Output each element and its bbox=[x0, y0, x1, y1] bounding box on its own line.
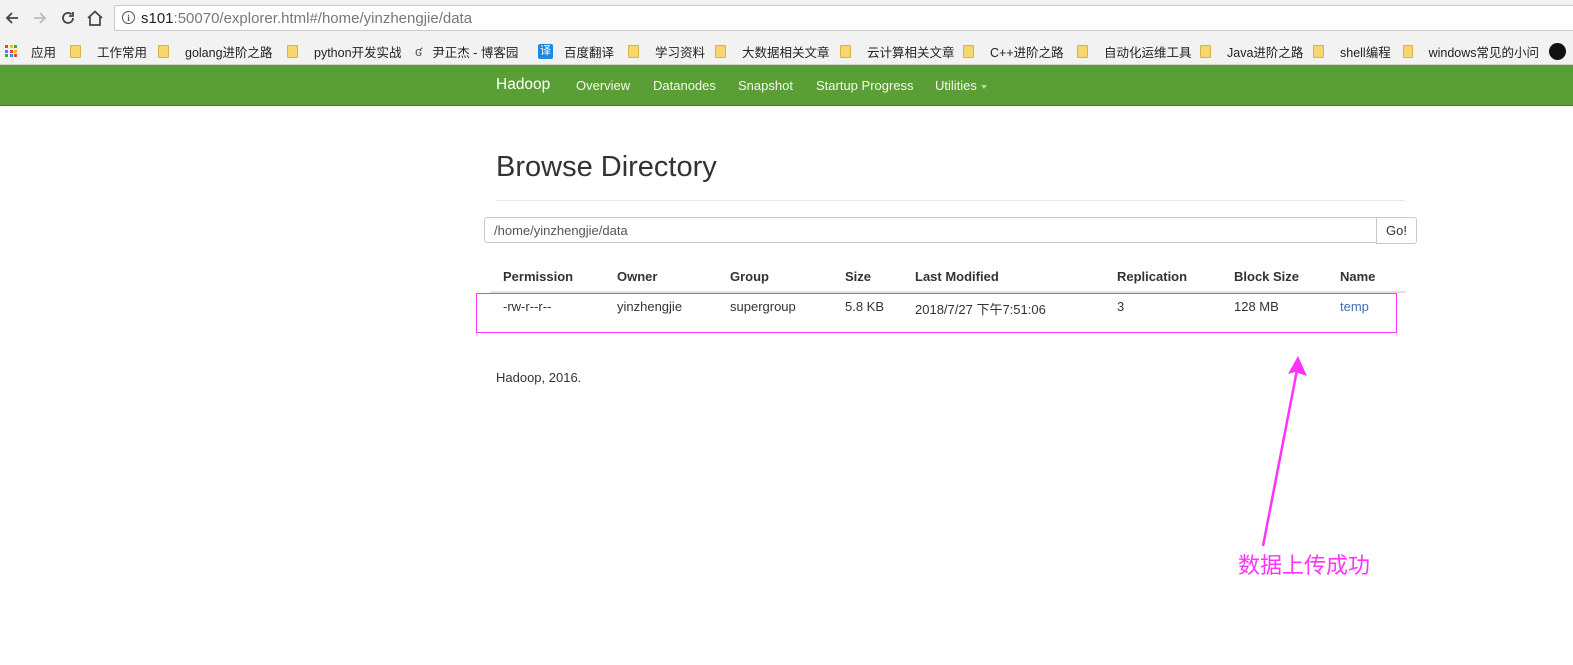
folder-icon bbox=[1313, 44, 1324, 58]
bookmark-folder[interactable]: python开发实战 bbox=[287, 42, 402, 60]
caret-down-icon bbox=[980, 84, 987, 89]
bookmark-folder[interactable]: 自动化运维工具 bbox=[1077, 42, 1192, 60]
folder-icon bbox=[1200, 44, 1211, 58]
nav-utilities-label: Utilities bbox=[935, 78, 977, 93]
bookmark-label: 应用 bbox=[31, 45, 57, 60]
annotation-arrow-icon bbox=[1261, 356, 1307, 547]
folder-icon bbox=[70, 44, 81, 58]
nav-startup-progress[interactable]: Startup Progress bbox=[816, 78, 914, 93]
folder-icon bbox=[963, 44, 974, 58]
folder-icon bbox=[287, 44, 298, 58]
column-header[interactable]: Replication bbox=[1117, 269, 1187, 284]
upload-success-annotation: 数据上传成功 bbox=[1238, 553, 1371, 578]
folder-icon bbox=[1077, 44, 1088, 58]
folder-icon bbox=[715, 44, 726, 58]
address-url: s101:50070/explorer.html#/home/yinzhengj… bbox=[141, 10, 473, 27]
column-header[interactable]: Size bbox=[845, 269, 871, 284]
bookmark-label: Java进阶之路 bbox=[1227, 45, 1304, 60]
nav-overview[interactable]: Overview bbox=[576, 78, 630, 93]
nav-datanodes[interactable]: Datanodes bbox=[653, 78, 716, 93]
bookmark-folder[interactable]: 学习资料 bbox=[628, 42, 705, 60]
bookmark-label: 大数据相关文章 bbox=[742, 45, 830, 60]
bookmark-label: 学习资料 bbox=[655, 45, 706, 60]
blog-icon: ʛ bbox=[415, 43, 423, 59]
column-header[interactable]: Permission bbox=[503, 269, 573, 284]
bookmark-label: python开发实战 bbox=[314, 45, 402, 60]
bookmark-folder[interactable]: shell编程 bbox=[1313, 42, 1391, 60]
bookmark-label: 尹正杰 - 博客园 bbox=[432, 45, 519, 60]
apps-grid-icon bbox=[5, 45, 17, 57]
page-footer: Hadoop, 2016. bbox=[496, 370, 582, 385]
home-icon[interactable] bbox=[85, 8, 105, 28]
bookmark-link[interactable]: 译百度翻译 bbox=[538, 42, 614, 60]
bookmark-folder[interactable]: C++进阶之路 bbox=[963, 42, 1064, 60]
column-header[interactable]: Block Size bbox=[1234, 269, 1299, 284]
folder-icon bbox=[840, 44, 851, 58]
bookmark-label: windows常见的小问 bbox=[1428, 45, 1539, 60]
navbar-brand[interactable]: Hadoop bbox=[496, 76, 550, 94]
bookmark-label: 工作常用 bbox=[97, 45, 148, 60]
column-header[interactable]: Group bbox=[730, 269, 769, 284]
bookmark-label: C++进阶之路 bbox=[990, 45, 1064, 60]
bookmark-folder[interactable]: 云计算相关文章 bbox=[840, 42, 955, 60]
bookmark-label: 百度翻译 bbox=[564, 45, 615, 60]
bookmark-link[interactable]: ʛ 尹正杰 - 博客园 bbox=[415, 42, 518, 60]
go-button[interactable]: Go! bbox=[1376, 217, 1417, 244]
bookmark-label: golang进阶之路 bbox=[185, 45, 273, 60]
back-icon[interactable] bbox=[2, 8, 22, 28]
column-header[interactable]: Owner bbox=[617, 269, 657, 284]
folder-icon bbox=[1403, 44, 1413, 58]
hadoop-navbar: Hadoop Overview Datanodes Snapshot Start… bbox=[0, 65, 1573, 106]
bookmark-label: 云计算相关文章 bbox=[867, 45, 955, 60]
column-header[interactable]: Name bbox=[1340, 269, 1375, 284]
bookmark-apps[interactable]: 应用 bbox=[5, 42, 56, 60]
bookmark-label: shell编程 bbox=[1340, 45, 1391, 60]
column-header[interactable]: Last Modified bbox=[915, 269, 999, 284]
info-icon[interactable]: i bbox=[122, 11, 135, 24]
folder-icon bbox=[158, 44, 169, 58]
title-divider bbox=[496, 200, 1405, 201]
bookmark-folder[interactable]: windows常见的小问 bbox=[1403, 42, 1539, 60]
browser-toolbar: i s101:50070/explorer.html#/home/yinzhen… bbox=[0, 0, 1573, 37]
folder-icon bbox=[628, 44, 639, 58]
directory-path-input[interactable] bbox=[484, 217, 1377, 243]
nav-utilities-dropdown[interactable]: Utilities bbox=[935, 78, 987, 93]
bookmark-folder[interactable]: 工作常用 bbox=[70, 42, 147, 60]
bookmark-folder[interactable]: golang进阶之路 bbox=[158, 42, 273, 60]
reload-icon[interactable] bbox=[58, 8, 78, 28]
github-icon bbox=[1549, 42, 1566, 60]
nav-snapshot[interactable]: Snapshot bbox=[738, 78, 793, 93]
bookmark-label: 自动化运维工具 bbox=[1104, 45, 1192, 60]
bookmark-folder[interactable]: 大数据相关文章 bbox=[715, 42, 830, 60]
bookmark-folder[interactable]: Java进阶之路 bbox=[1200, 42, 1303, 60]
translate-icon: 译 bbox=[538, 43, 553, 59]
bookmarks-bar: 应用 工作常用 golang进阶之路 python开发实战 ʛ 尹正杰 - 博客园… bbox=[0, 37, 1573, 65]
highlight-box bbox=[476, 293, 1397, 333]
page-title: Browse Directory bbox=[496, 151, 717, 183]
forward-icon[interactable] bbox=[30, 8, 50, 28]
bookmark-github[interactable] bbox=[1549, 42, 1566, 60]
address-bar[interactable]: i s101:50070/explorer.html#/home/yinzhen… bbox=[114, 5, 1573, 31]
